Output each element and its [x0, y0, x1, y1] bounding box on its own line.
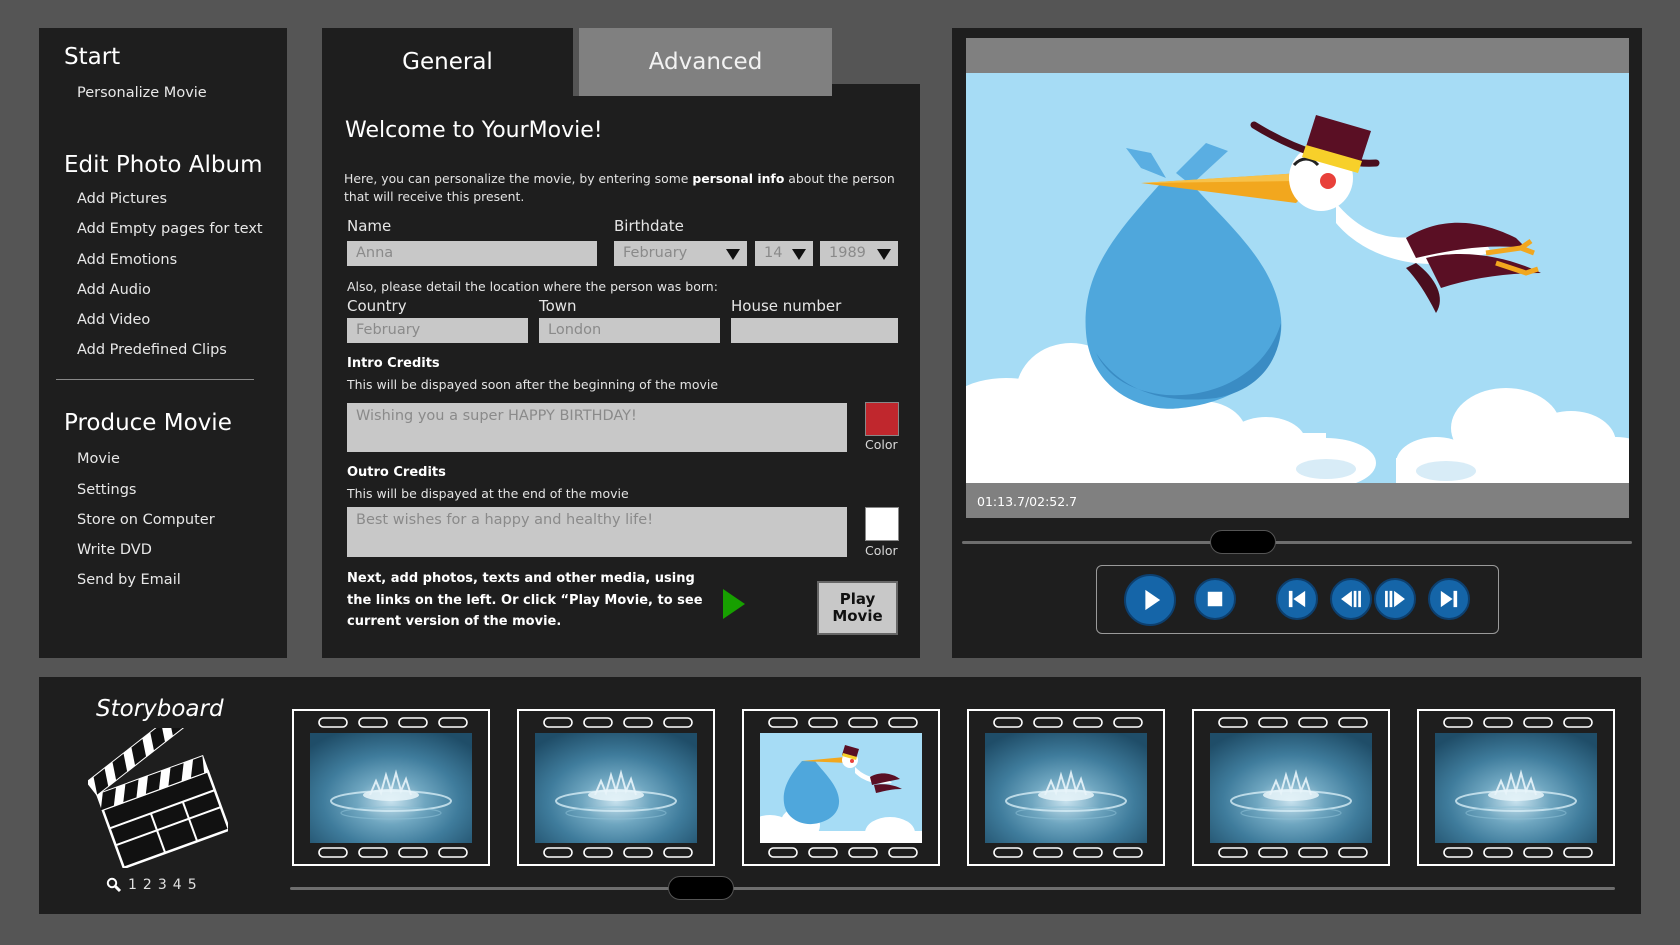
intro-credits-textarea[interactable]: Wishing you a super HAPPY BIRTHDAY!	[347, 403, 847, 452]
birthdate-label: Birthdate	[614, 217, 684, 235]
nav-item-write-dvd[interactable]: Write DVD	[77, 535, 287, 565]
welcome-heading: Welcome to YourMovie!	[345, 118, 603, 143]
frame-thumbnail	[310, 733, 472, 843]
navigation-panel: Start Personalize Movie Edit Photo Album…	[39, 28, 287, 658]
play-movie-button[interactable]: Play Movie	[817, 581, 898, 635]
play-movie-label-line1: Play	[839, 590, 876, 608]
outro-credits-textarea[interactable]: Best wishes for a happy and healthy life…	[347, 507, 847, 557]
town-input[interactable]: London	[539, 318, 720, 343]
birth-month-select[interactable]: February	[614, 241, 747, 266]
frame-thumbnail	[760, 733, 922, 843]
nav-item-movie[interactable]: Movie	[77, 444, 287, 474]
tab-advanced[interactable]: Advanced	[579, 28, 832, 96]
storyboard-frame[interactable]	[289, 706, 493, 869]
zoom-level-1[interactable]: 1	[128, 877, 137, 893]
intro-credits-note: This will be dispayed soon after the beg…	[347, 377, 719, 392]
intro-color-swatch[interactable]	[865, 402, 899, 436]
storyboard-frame[interactable]	[739, 706, 943, 869]
nav-item-personalize-movie[interactable]: Personalize Movie	[77, 78, 287, 108]
outro-color-label: Color	[865, 543, 898, 558]
town-label: Town	[539, 297, 577, 315]
nav-item-add-audio[interactable]: Add Audio	[77, 275, 287, 305]
storyboard-frame[interactable]	[514, 706, 718, 869]
intro-paragraph: Here, you can personalize the movie, by …	[344, 170, 904, 206]
zoom-level-5[interactable]: 5	[188, 877, 197, 893]
birth-month-value: February	[623, 245, 688, 261]
outro-credits-note: This will be dispayed at the end of the …	[347, 486, 629, 501]
video-preview[interactable]	[966, 73, 1629, 483]
nav-item-add-empty-pages[interactable]: Add Empty pages for text	[77, 214, 287, 244]
intro-color-label: Color	[865, 437, 898, 452]
country-label: Country	[347, 297, 407, 315]
seek-handle[interactable]	[1209, 530, 1276, 554]
house-number-label: House number	[731, 297, 842, 315]
name-label: Name	[347, 217, 392, 235]
name-input[interactable]: Anna	[347, 241, 597, 266]
zoom-control: 1 2 3 4 5	[106, 877, 197, 893]
intro-credits-label: Intro Credits	[347, 356, 440, 371]
play-button[interactable]	[1124, 574, 1176, 626]
step-back-button[interactable]	[1330, 578, 1372, 620]
outro-credits-label: Outro Credits	[347, 465, 446, 480]
chevron-down-icon	[726, 249, 740, 260]
step-forward-icon	[1385, 590, 1405, 608]
skip-back-button[interactable]	[1276, 578, 1318, 620]
house-number-input[interactable]	[731, 318, 898, 343]
nav-item-settings[interactable]: Settings	[77, 475, 287, 505]
storyboard-frame[interactable]	[1414, 706, 1618, 869]
nav-heading-produce-movie[interactable]: Produce Movie	[64, 410, 287, 436]
nav-item-store-on-computer[interactable]: Store on Computer	[77, 505, 287, 535]
skip-forward-button[interactable]	[1428, 578, 1470, 620]
play-movie-label-line2: Movie	[832, 607, 883, 625]
zoom-icon	[106, 877, 122, 893]
zoom-level-3[interactable]: 3	[158, 877, 167, 893]
frame-thumbnail	[1435, 733, 1597, 843]
nav-item-add-pictures[interactable]: Add Pictures	[77, 184, 287, 214]
intro-text-bold: personal info	[692, 171, 785, 186]
birth-day-value: 14	[764, 245, 783, 261]
frame-thumbnail	[985, 733, 1147, 843]
outro-color-swatch[interactable]	[865, 507, 899, 541]
video-top-bar	[966, 38, 1629, 73]
storyboard-scrollbar[interactable]	[290, 887, 1615, 890]
storyboard-scroll-handle[interactable]	[667, 876, 734, 900]
tab-general[interactable]: General	[322, 28, 573, 96]
skip-forward-icon	[1440, 590, 1458, 608]
time-readout: 01:13.7/02:52.7	[977, 494, 1078, 509]
stork-illustration	[966, 115, 1629, 483]
nav-divider	[56, 379, 254, 381]
step-forward-button[interactable]	[1374, 578, 1416, 620]
nav-item-add-emotions[interactable]: Add Emotions	[77, 245, 287, 275]
skip-back-icon	[1288, 590, 1306, 608]
frame-thumbnail	[1210, 733, 1372, 843]
nav-heading-edit-photo-album[interactable]: Edit Photo Album	[64, 152, 287, 178]
storyboard-frame[interactable]	[1189, 706, 1393, 869]
storyboard-frame[interactable]	[964, 706, 1168, 869]
birth-year-value: 1989	[829, 245, 866, 261]
play-arrow-icon[interactable]	[723, 589, 745, 619]
nav-item-add-video[interactable]: Add Video	[77, 305, 287, 335]
frame-thumbnail	[535, 733, 697, 843]
birth-day-select[interactable]: 14	[755, 241, 813, 266]
location-note: Also, please detail the location where t…	[347, 279, 718, 294]
play-icon	[1145, 589, 1161, 611]
form-panel-corner	[832, 84, 920, 96]
seek-bar[interactable]	[962, 541, 1632, 544]
country-input[interactable]: February	[347, 318, 528, 343]
next-steps-text: Next, add photos, texts and other media,…	[347, 571, 703, 629]
birth-year-select[interactable]: 1989	[820, 241, 898, 266]
stop-button[interactable]	[1194, 578, 1236, 620]
nav-item-send-by-email[interactable]: Send by Email	[77, 565, 287, 595]
chevron-down-icon	[792, 249, 806, 260]
stop-icon	[1207, 591, 1223, 607]
step-back-icon	[1341, 590, 1361, 608]
storyboard-title: Storyboard	[96, 696, 224, 722]
zoom-level-4[interactable]: 4	[173, 877, 182, 893]
zoom-level-2[interactable]: 2	[143, 877, 152, 893]
nav-heading-start[interactable]: Start	[64, 44, 287, 70]
clapperboard-icon	[88, 728, 228, 868]
chevron-down-icon	[877, 249, 891, 260]
intro-text-start: Here, you can personalize the movie, by …	[344, 171, 693, 186]
nav-item-add-predefined-clips[interactable]: Add Predefined Clips	[77, 335, 287, 365]
